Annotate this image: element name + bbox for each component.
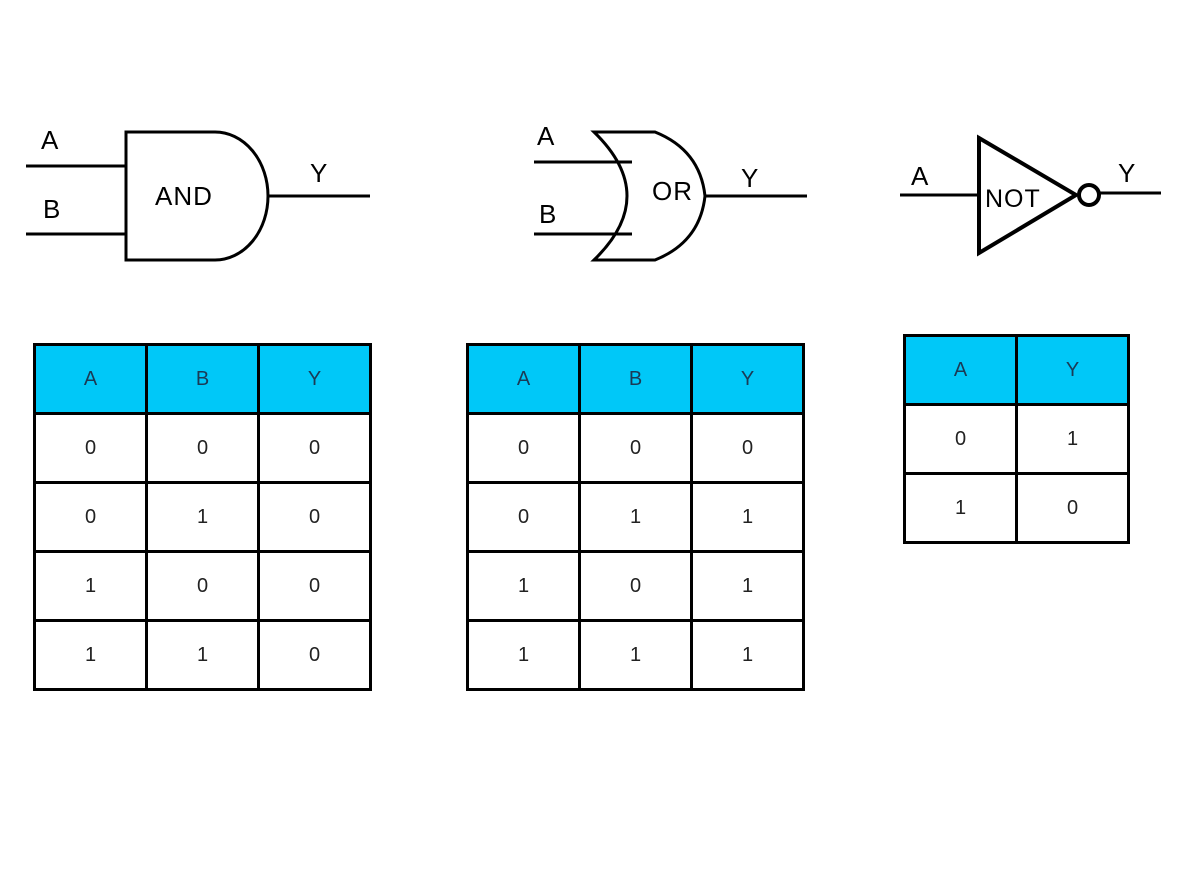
- table-cell: 1: [578, 619, 693, 691]
- header-cell: A: [466, 343, 581, 415]
- table-cell: 0: [33, 481, 148, 553]
- table-row: 1 1 0: [33, 619, 372, 691]
- table-header-row: A B Y: [33, 343, 372, 415]
- not-inversion-bubble: [1077, 183, 1101, 207]
- not-output-label: Y: [1118, 158, 1135, 188]
- table-cell: 1: [145, 481, 260, 553]
- table-row: 0 0 0: [33, 412, 372, 484]
- table-row: 0 1 1: [466, 481, 805, 553]
- header-cell: Y: [690, 343, 805, 415]
- table-cell: 0: [578, 550, 693, 622]
- table-cell: 1: [690, 550, 805, 622]
- table-cell: 0: [690, 412, 805, 484]
- table-cell: 0: [257, 481, 372, 553]
- table-cell: 1: [466, 550, 581, 622]
- gate-symbols: A B AND Y A B OR Y A NOT Y: [26, 121, 1161, 262]
- table-cell: 0: [257, 550, 372, 622]
- table-cell: 0: [578, 412, 693, 484]
- not-input-a-label: A: [911, 161, 929, 191]
- header-cell: B: [578, 343, 693, 415]
- header-cell: A: [903, 334, 1018, 406]
- table-row: 1 0 0: [33, 550, 372, 622]
- and-output-label: Y: [310, 158, 327, 188]
- table-row: 0 0 0: [466, 412, 805, 484]
- and-input-a-label: A: [41, 125, 59, 155]
- table-cell: 1: [903, 472, 1018, 544]
- table-cell: 0: [145, 550, 260, 622]
- table-cell: 1: [1015, 403, 1130, 475]
- table-cell: 0: [903, 403, 1018, 475]
- table-cell: 1: [145, 619, 260, 691]
- table-cell: 1: [578, 481, 693, 553]
- table-cell: 1: [466, 619, 581, 691]
- table-cell: 0: [257, 412, 372, 484]
- table-row: 0 1 0: [33, 481, 372, 553]
- or-output-label: Y: [741, 163, 758, 193]
- and-truth-table: A B Y 0 0 0 0 1 0 1 0 0 1 1 0: [33, 343, 372, 691]
- not-truth-table: A Y 0 1 1 0: [903, 334, 1130, 544]
- or-input-a-label: A: [537, 121, 555, 151]
- table-cell: 1: [33, 619, 148, 691]
- table-row: 1 0: [903, 472, 1130, 544]
- table-header-row: A Y: [903, 334, 1130, 406]
- or-truth-table: A B Y 0 0 0 0 1 1 1 0 1 1 1 1: [466, 343, 805, 691]
- table-cell: 1: [33, 550, 148, 622]
- and-input-b-label: B: [43, 194, 60, 224]
- table-cell: 1: [690, 619, 805, 691]
- or-gate-label: OR: [652, 176, 693, 206]
- table-row: 1 0 1: [466, 550, 805, 622]
- table-row: 1 1 1: [466, 619, 805, 691]
- header-cell: B: [145, 343, 260, 415]
- table-header-row: A B Y: [466, 343, 805, 415]
- table-cell: 0: [466, 412, 581, 484]
- table-cell: 0: [466, 481, 581, 553]
- header-cell: Y: [1015, 334, 1130, 406]
- not-gate-label: NOT: [985, 185, 1041, 213]
- table-cell: 1: [690, 481, 805, 553]
- or-input-b-label: B: [539, 199, 556, 229]
- table-cell: 0: [257, 619, 372, 691]
- table-row: 0 1: [903, 403, 1130, 475]
- header-cell: A: [33, 343, 148, 415]
- table-cell: 0: [145, 412, 260, 484]
- table-cell: 0: [1015, 472, 1130, 544]
- and-gate-label: AND: [155, 181, 213, 211]
- header-cell: Y: [257, 343, 372, 415]
- table-cell: 0: [33, 412, 148, 484]
